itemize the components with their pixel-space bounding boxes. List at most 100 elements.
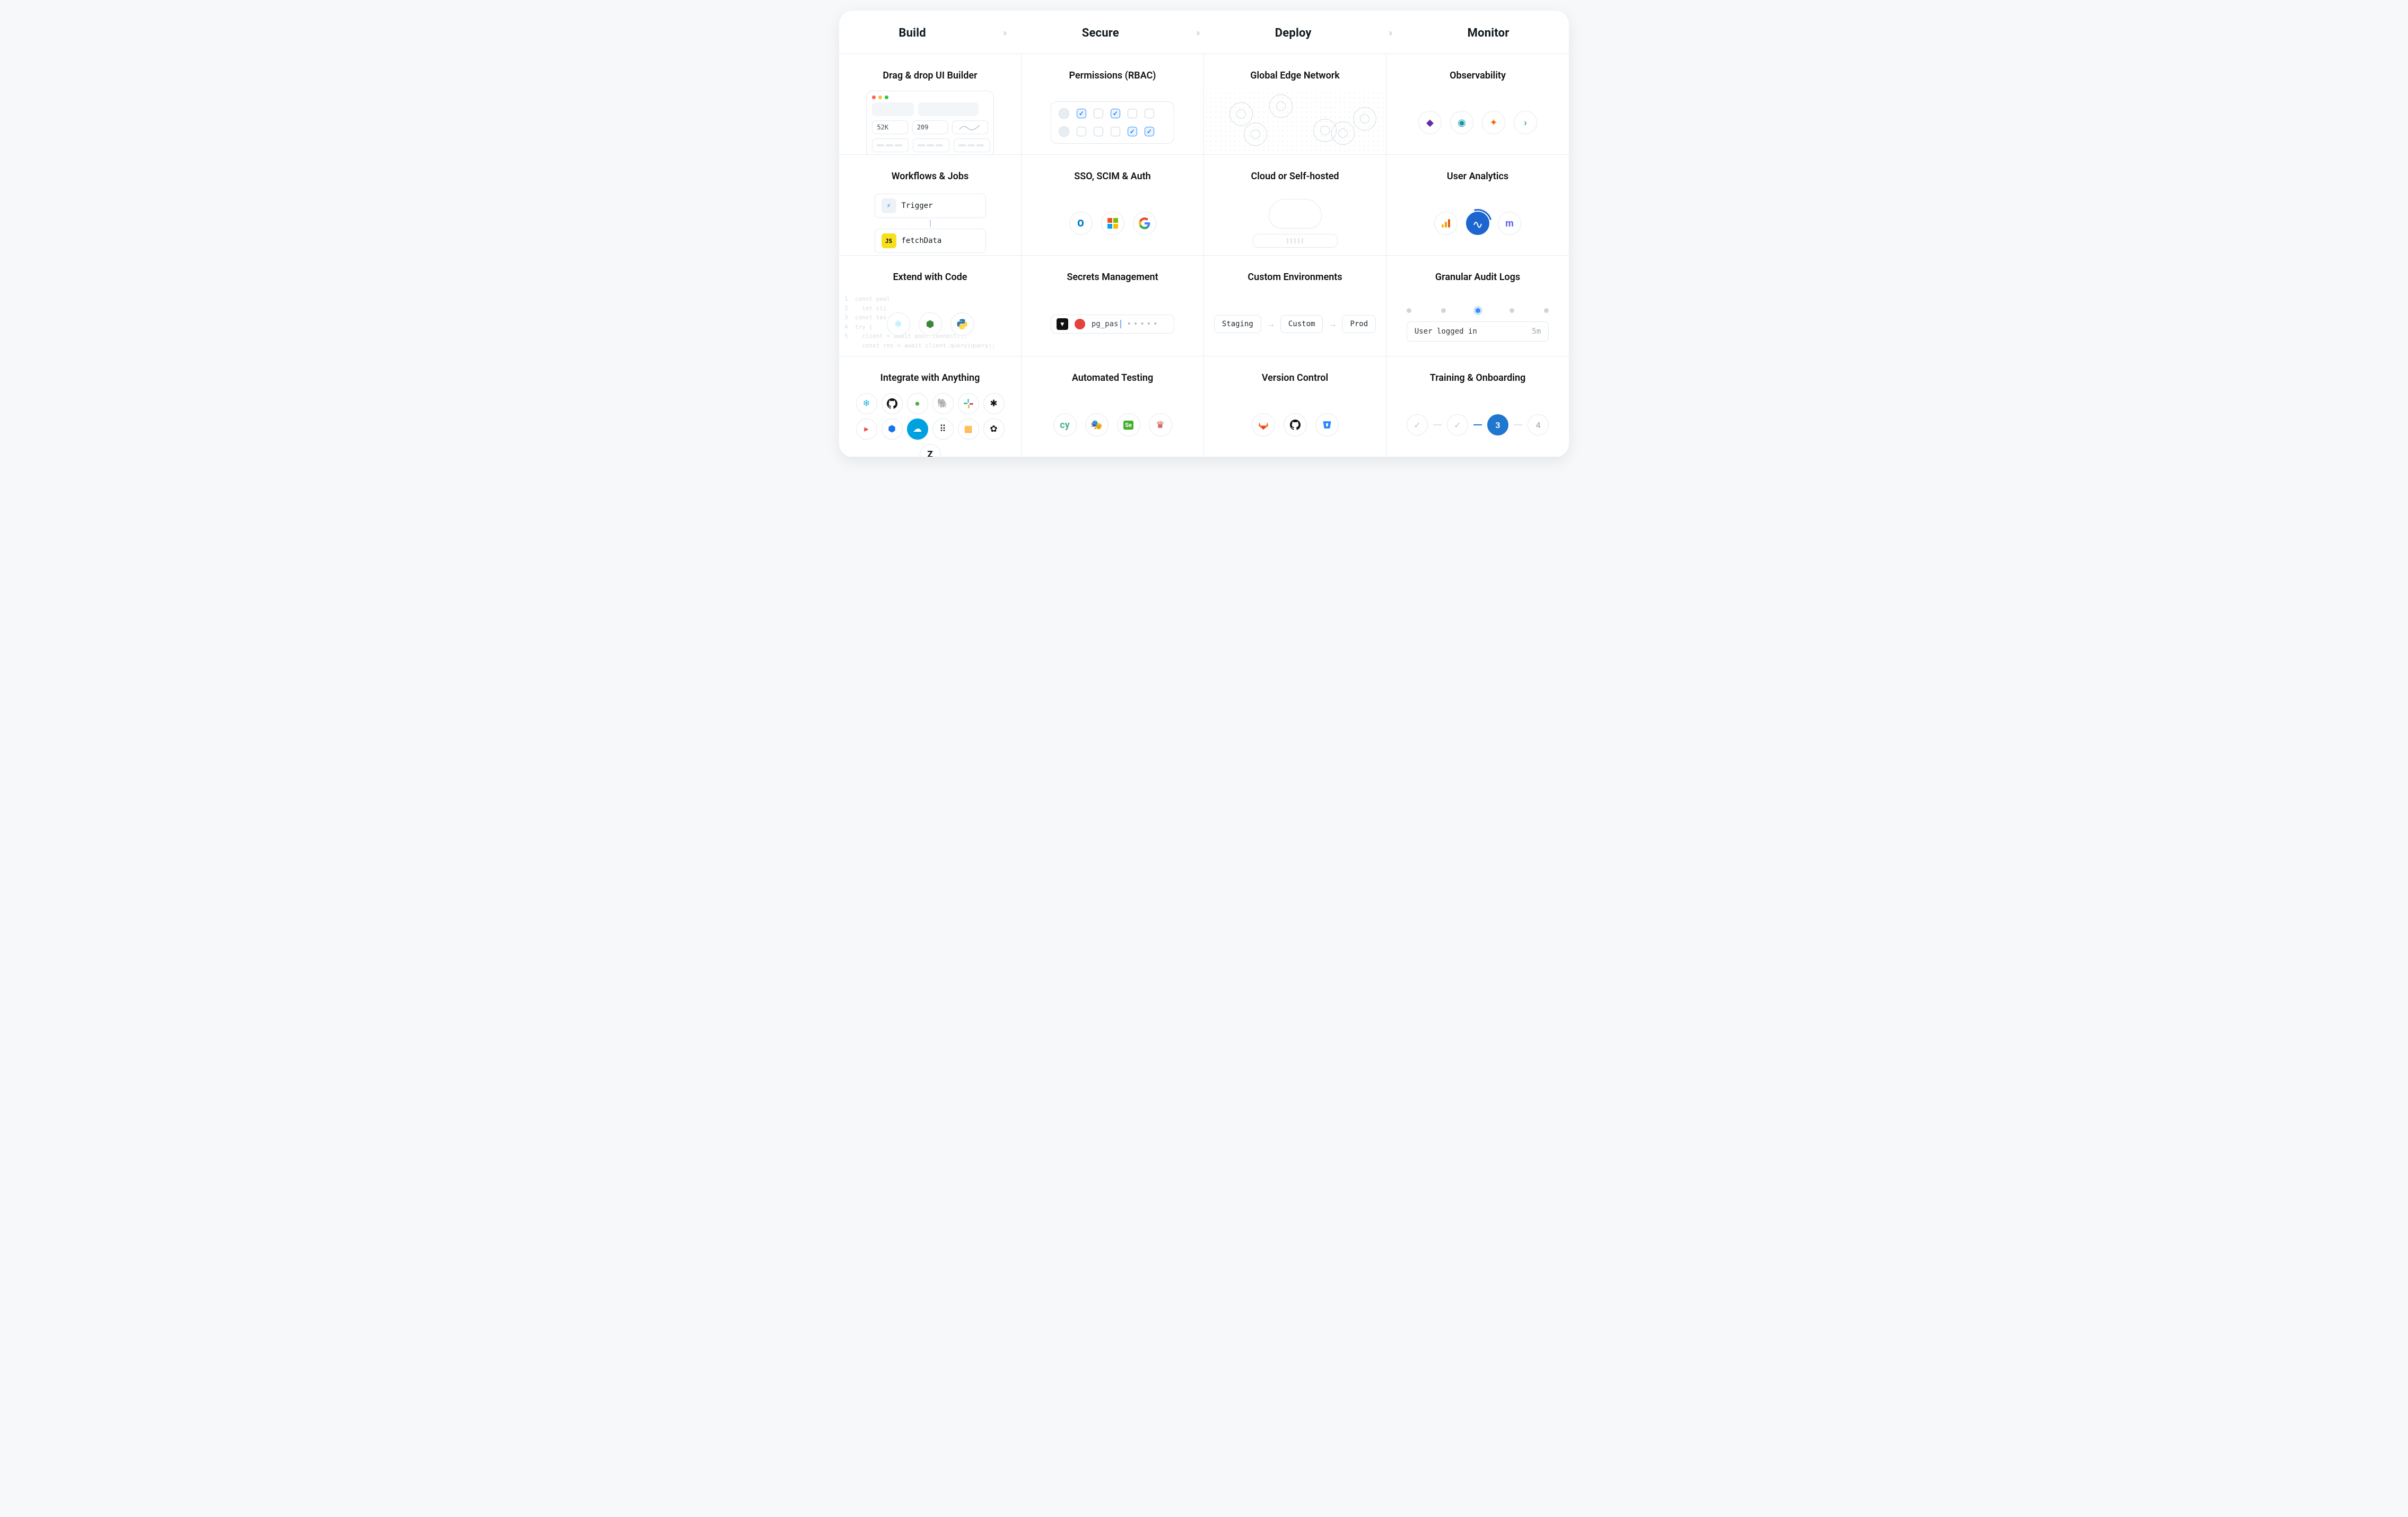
card-title: Secrets Management — [1067, 272, 1158, 283]
mongodb-icon: ● — [907, 393, 928, 414]
card-permissions[interactable]: Permissions (RBAC) — [1022, 54, 1204, 155]
card-environments[interactable]: Custom Environments Staging → Custom → P… — [1204, 256, 1386, 356]
card-integrations[interactable]: Integrate with Anything ❄ ● 🐘 ✱ ▸ ⬢ ☁ — [839, 356, 1022, 457]
card-workflows[interactable]: Workflows & Jobs ⚡ Trigger JS fetchData — [839, 155, 1022, 256]
google-analytics-icon — [1434, 212, 1458, 235]
vcs-providers — [1252, 413, 1339, 437]
kafka-icon: ⠿ — [932, 419, 954, 440]
salesforce-icon: ☁ — [907, 419, 928, 440]
graphql-icon: ✱ — [983, 393, 1005, 414]
card-title: Cloud or Self-hosted — [1251, 171, 1339, 182]
step-done-icon — [1407, 414, 1428, 435]
python-icon — [950, 312, 974, 336]
card-title: User Analytics — [1447, 171, 1508, 182]
bitbucket-icon — [1315, 413, 1339, 437]
card-title: Permissions (RBAC) — [1069, 70, 1156, 81]
export-icon: › — [1514, 111, 1537, 134]
step-monitor[interactable]: Monitor — [1468, 27, 1510, 40]
card-title: Custom Environments — [1247, 272, 1342, 283]
audit-log-time: 5m — [1532, 327, 1541, 336]
step-done-icon — [1447, 414, 1468, 435]
environment-pipeline: Staging → Custom → Prod — [1214, 315, 1376, 333]
workflow-node-label: fetchData — [902, 237, 942, 245]
javascript-icon: JS — [882, 233, 896, 248]
selenium-icon: Se — [1117, 413, 1140, 437]
arrow-right-icon: → — [1328, 319, 1337, 329]
card-title: Extend with Code — [893, 272, 967, 283]
grafana-icon: ✦ — [1482, 111, 1505, 134]
gitlab-icon — [1252, 413, 1275, 437]
aws-icon: ▦ — [958, 419, 979, 440]
observability-tools: ◆ ◉ ✦ › — [1418, 111, 1537, 134]
google-icon — [1133, 212, 1156, 235]
airbyte-icon: ▸ — [856, 419, 877, 440]
card-title: Automated Testing — [1072, 372, 1153, 383]
card-testing[interactable]: Automated Testing cy 🎭 Se ♛ — [1022, 356, 1204, 457]
card-title: Integrate with Anything — [880, 372, 980, 383]
card-audit-logs[interactable]: Granular Audit Logs User logged in 5m — [1386, 256, 1569, 356]
slack-icon — [958, 393, 979, 414]
microsoft-icon — [1101, 212, 1124, 235]
feature-grid: Drag & drop UI Builder 52K 209 — [839, 54, 1569, 457]
product-overview-card: Build ››› Secure ››› Deploy ››› Monitor … — [839, 11, 1569, 457]
step-deploy[interactable]: Deploy — [1275, 27, 1312, 40]
workflow-node-label: Trigger — [902, 202, 933, 210]
card-version-control[interactable]: Version Control — [1204, 356, 1386, 457]
trigger-icon: ⚡ — [882, 198, 896, 213]
step-build[interactable]: Build — [898, 27, 926, 40]
zendesk-icon: Z — [920, 444, 941, 457]
env-custom: Custom — [1280, 315, 1323, 333]
rbac-matrix — [1051, 101, 1174, 144]
playwright-icon: 🎭 — [1085, 413, 1109, 437]
user-avatar-icon — [1059, 108, 1069, 119]
card-user-analytics[interactable]: User Analytics m — [1386, 155, 1569, 256]
card-sso[interactable]: SSO, SCIM & Auth O — [1022, 155, 1204, 256]
language-icons: ⚛ ⬢ — [887, 312, 974, 336]
card-title: Version Control — [1262, 372, 1328, 383]
card-title: Drag & drop UI Builder — [883, 70, 977, 81]
lifecycle-stepper: Build ››› Secure ››› Deploy ››› Monitor — [839, 11, 1569, 54]
step-secure[interactable]: Secure — [1082, 27, 1119, 40]
testing-tools: cy 🎭 Se ♛ — [1053, 413, 1172, 437]
secret-mask: ••••• — [1120, 320, 1159, 328]
datadog-icon: ◆ — [1418, 111, 1442, 134]
chevrons-icon: ››› — [1196, 28, 1198, 39]
workflow-preview: ⚡ Trigger JS fetchData — [870, 194, 990, 253]
card-title: Observability — [1450, 70, 1506, 81]
card-title: Training & Onboarding — [1430, 372, 1526, 383]
audit-log-message: User logged in — [1415, 327, 1477, 336]
mixpanel-icon: m — [1498, 212, 1521, 235]
card-edge-network[interactable]: Global Edge Network — [1204, 54, 1386, 155]
env-prod: Prod — [1342, 315, 1376, 333]
card-observability[interactable]: Observability ◆ ◉ ✦ › — [1386, 54, 1569, 155]
chevrons-icon: ››› — [1003, 28, 1005, 39]
github-icon — [882, 393, 903, 414]
user-avatar-icon — [1059, 126, 1069, 137]
newrelic-icon: ◉ — [1450, 111, 1473, 134]
jest-icon: ♛ — [1149, 413, 1172, 437]
card-ui-builder[interactable]: Drag & drop UI Builder 52K 209 — [839, 54, 1022, 155]
audit-log-preview: User logged in 5m — [1407, 307, 1549, 342]
card-cloud-selfhosted[interactable]: Cloud or Self-hosted — [1204, 155, 1386, 256]
amplitude-icon — [1466, 212, 1489, 235]
secret-provider-icon — [1075, 319, 1085, 329]
card-title: Workflows & Jobs — [892, 171, 969, 182]
card-secrets[interactable]: Secrets Management ▼ pg_pas ••••• — [1022, 256, 1204, 356]
stat-value-1: 52K — [872, 120, 908, 134]
secret-field: ▼ pg_pas ••••• — [1051, 315, 1174, 334]
github-icon — [1284, 413, 1307, 437]
card-title: Granular Audit Logs — [1435, 272, 1520, 283]
react-icon: ⚛ — [887, 312, 910, 336]
ui-builder-preview: 52K 209 — [866, 91, 993, 155]
postgres-icon: 🐘 — [932, 393, 954, 414]
card-title: SSO, SCIM & Auth — [1074, 171, 1150, 182]
world-map-icon — [1204, 91, 1386, 154]
openai-icon: ✿ — [983, 419, 1005, 440]
arrow-right-icon: → — [1267, 319, 1275, 329]
card-extend-code[interactable]: Extend with Code 1 const pool 2 let cli … — [839, 256, 1022, 356]
step-current: 3 — [1487, 414, 1508, 435]
okta-icon: O — [1069, 212, 1093, 235]
onboarding-stepper: 3 4 — [1407, 414, 1549, 435]
card-onboarding[interactable]: Training & Onboarding 3 4 — [1386, 356, 1569, 457]
env-staging: Staging — [1214, 315, 1261, 333]
